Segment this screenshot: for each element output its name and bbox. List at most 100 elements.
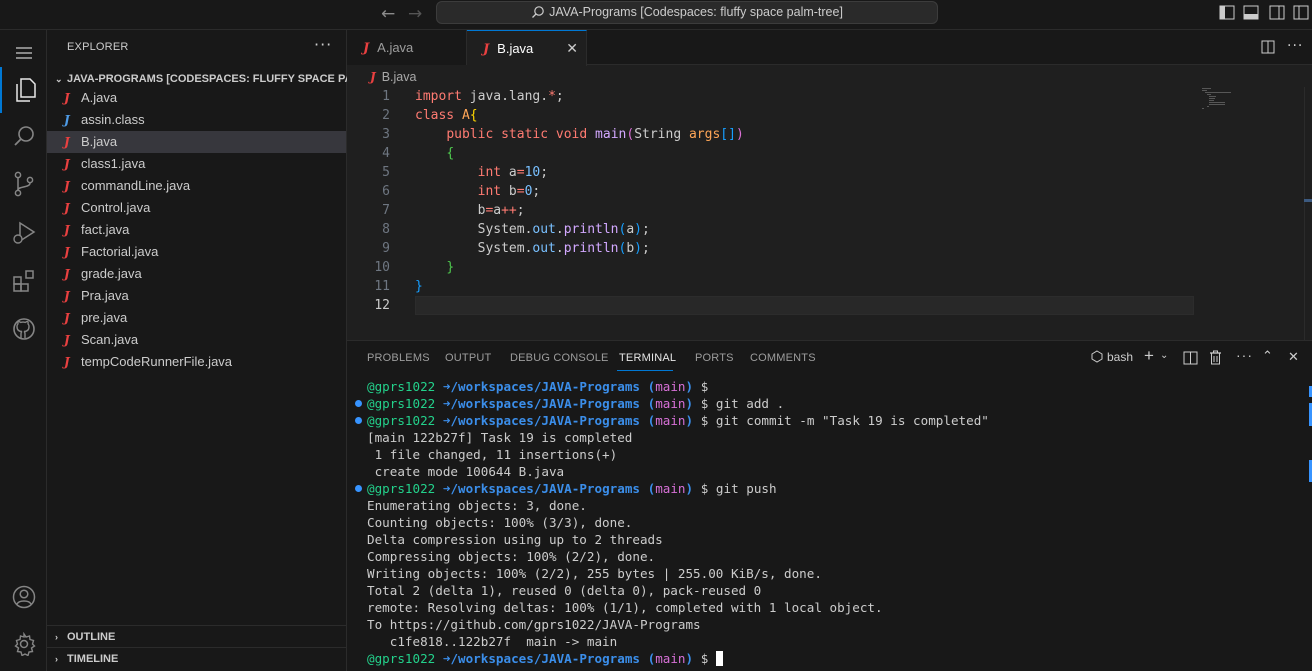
tab-ports[interactable]: PORTS — [695, 352, 734, 364]
terminal-output-line: Compressing objects: 100% (2/2), done. — [367, 549, 656, 564]
toggle-panel-icon[interactable] — [1243, 5, 1259, 20]
chevron-down-icon[interactable]: ⌄ — [1160, 350, 1168, 361]
terminal-prompt-line: @gprs1022 ➜/workspaces/JAVA-Programs (ma… — [367, 379, 709, 394]
chevron-right-icon: › — [55, 632, 58, 642]
line-number: 2 — [382, 108, 390, 123]
workspace-folder-name: JAVA-PROGRAMS [CODESPACES: FLUFFY SPACE … — [67, 73, 347, 85]
toggle-primary-sidebar-icon[interactable] — [1219, 5, 1235, 20]
extensions-icon[interactable] — [0, 258, 47, 304]
split-terminal-icon[interactable] — [1183, 351, 1198, 365]
panel-more-actions-icon[interactable]: ··· — [1236, 347, 1253, 363]
github-icon[interactable] — [0, 306, 47, 352]
tab-problems[interactable]: PROBLEMS — [367, 352, 430, 364]
terminal-output[interactable]: @gprs1022 ➜/workspaces/JAVA-Programs (ma… — [347, 378, 1312, 671]
java-icon: J — [370, 70, 376, 84]
file-name: Scan.java — [81, 332, 139, 347]
line-number: 10 — [374, 260, 390, 275]
file-item-tempcoderunnerfile-java[interactable]: JtempCodeRunnerFile.java — [47, 351, 346, 373]
tab-b-java[interactable]: J B.java ✕ — [467, 30, 587, 66]
terminal-prompt-line: @gprs1022 ➜/workspaces/JAVA-Programs (ma… — [367, 481, 777, 496]
tab-debug-console[interactable]: DEBUG CONSOLE — [510, 352, 609, 364]
terminal-output-line: 1 file changed, 11 insertions(+) — [367, 447, 618, 462]
explorer-sidebar: EXPLORER ··· ⌄ JAVA-PROGRAMS [CODESPACES:… — [47, 30, 347, 671]
line-number: 1 — [382, 89, 390, 104]
terminal-prompt-line: @gprs1022 ➜/workspaces/JAVA-Programs (ma… — [367, 650, 723, 667]
outline-section-header[interactable]: › OUTLINE — [47, 625, 346, 647]
file-item-fact-java[interactable]: Jfact.java — [47, 219, 346, 241]
file-item-control-java[interactable]: J Control.java — [47, 197, 346, 219]
close-panel-icon[interactable]: ✕ — [1288, 349, 1299, 365]
file-name: Pra.java — [81, 288, 129, 303]
command-decoration-icon[interactable] — [355, 485, 362, 492]
file-name: assin.class — [81, 112, 145, 127]
file-item-grade-java[interactable]: Jgrade.java — [47, 263, 346, 285]
file-item-scan-java[interactable]: J Scan.java — [47, 329, 346, 351]
file-item-pre-java[interactable]: Jpre.java — [47, 307, 346, 329]
editor-scrollbar[interactable] — [1304, 87, 1312, 340]
java-icon: J — [64, 135, 70, 149]
timeline-section-header[interactable]: › TIMELINE — [47, 647, 346, 669]
code-line: class A{ — [415, 108, 478, 123]
window-title: JAVA-Programs [Codespaces: fluffy space … — [549, 5, 843, 19]
terminal-prompt-line: @gprs1022 ➜/workspaces/JAVA-Programs (ma… — [367, 396, 785, 411]
code-line: int b=0; — [477, 184, 541, 199]
code-line: { — [446, 146, 455, 161]
tab-label: B.java — [497, 41, 534, 56]
tab-a-java[interactable]: J A.java — [347, 30, 467, 65]
split-editor-icon[interactable] — [1261, 40, 1275, 54]
terminal-output-line: Delta compression using up to 2 threads — [367, 532, 663, 547]
source-control-icon[interactable] — [0, 161, 47, 207]
accounts-icon[interactable] — [0, 574, 47, 620]
code-editor[interactable]: 1 import java.lang.*; 2 class A{ 3 public … — [347, 87, 1312, 340]
terminal-scrollbar[interactable] — [1308, 378, 1312, 671]
bottom-panel: PROBLEMS OUTPUT DEBUG CONSOLE TERMINAL P… — [347, 340, 1312, 671]
line-number: 11 — [374, 279, 390, 294]
breadcrumb[interactable]: J B.java — [370, 67, 416, 87]
tab-output[interactable]: OUTPUT — [445, 352, 491, 364]
maximize-panel-icon[interactable]: ⌃ — [1262, 348, 1273, 364]
tab-comments[interactable]: COMMENTS — [750, 352, 816, 364]
file-name: commandLine.java — [81, 178, 191, 193]
file-item-pra-java[interactable]: J Pra.java — [47, 285, 346, 307]
command-decoration-icon[interactable] — [355, 400, 362, 407]
java-icon: J — [64, 223, 70, 237]
explorer-more-actions[interactable]: ··· — [314, 35, 332, 54]
explorer-icon[interactable] — [0, 67, 47, 113]
file-item-class1-java[interactable]: Jclass1.java — [47, 153, 346, 175]
back-arrow-icon[interactable]: ← — [381, 4, 395, 24]
line-number: 6 — [382, 184, 390, 199]
file-item-commandline-java[interactable]: JcommandLine.java — [47, 175, 346, 197]
code-line: public static void main(String args[]) — [446, 127, 744, 142]
line-number: 8 — [382, 222, 390, 237]
command-center-search[interactable]: JAVA-Programs [Codespaces: fluffy space … — [436, 1, 938, 24]
forward-arrow-icon[interactable]: → — [408, 4, 422, 24]
minimap[interactable] — [1202, 87, 1252, 117]
file-item-assin-class[interactable]: Jassin.class — [47, 109, 346, 131]
trash-icon[interactable] — [1209, 350, 1222, 365]
java-icon: J — [64, 311, 70, 325]
file-item-a-java[interactable]: J A.java — [47, 87, 346, 109]
code-line: System.out.println(a); — [415, 222, 650, 237]
file-name: Control.java — [81, 200, 151, 215]
run-and-debug-icon[interactable] — [0, 210, 47, 256]
new-terminal-icon[interactable]: + — [1144, 346, 1154, 366]
close-icon[interactable]: ✕ — [566, 31, 578, 66]
tab-terminal[interactable]: TERMINAL — [619, 352, 676, 364]
file-item-factorial-java[interactable]: J Factorial.java — [47, 241, 346, 263]
line-number: 5 — [382, 165, 390, 180]
file-name: A.java — [81, 90, 118, 105]
java-icon: J — [64, 289, 70, 303]
customize-layout-icon[interactable] — [1293, 5, 1309, 20]
settings-gear-icon[interactable] — [0, 621, 47, 667]
editor-more-actions-icon[interactable]: ··· — [1287, 38, 1303, 54]
toggle-secondary-sidebar-icon[interactable] — [1269, 5, 1285, 20]
java-icon: J — [64, 355, 70, 369]
file-item-b-java[interactable]: J B.java — [47, 131, 346, 153]
code-line: import java.lang.*; — [415, 89, 564, 104]
terminal-shell-selector[interactable]: bash — [1091, 350, 1133, 364]
search-icon[interactable] — [0, 113, 47, 159]
line-number: 9 — [382, 241, 390, 256]
command-decoration-icon[interactable] — [355, 417, 362, 424]
java-icon: J — [64, 245, 70, 259]
activity-bar — [0, 30, 47, 671]
